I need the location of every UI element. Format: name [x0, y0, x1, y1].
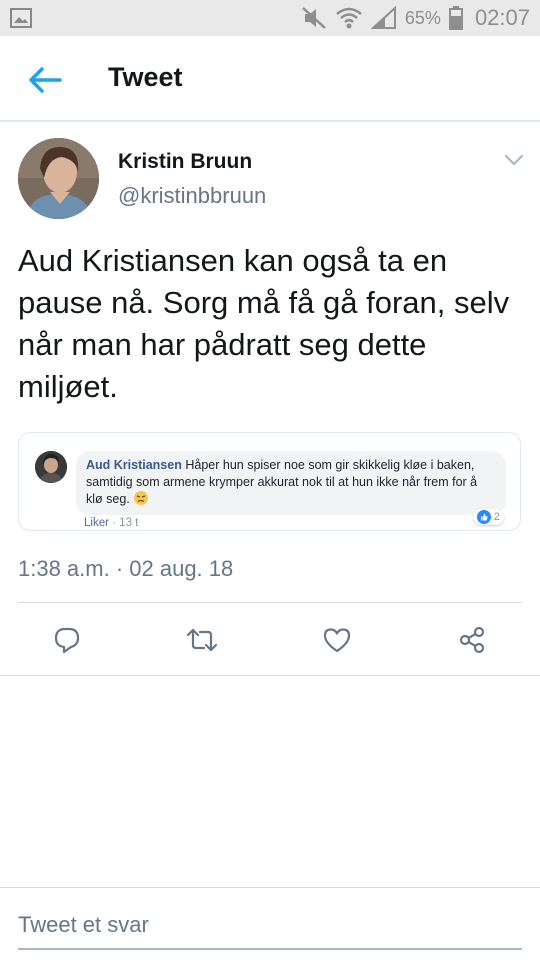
- author-handle[interactable]: @kristinbbruun: [118, 183, 266, 209]
- embedded-comment-author: Aud Kristiansen: [86, 458, 182, 472]
- embedded-like-link: Liker: [84, 517, 109, 529]
- embedded-avatar: [35, 451, 67, 483]
- share-icon: [459, 626, 485, 654]
- divider: [0, 675, 540, 676]
- retweet-icon: [186, 628, 218, 652]
- divider: [18, 602, 522, 603]
- tweet-actions: [0, 620, 540, 660]
- thumbs-up-icon: [476, 510, 491, 524]
- divider: [0, 887, 540, 888]
- clock: 02:07: [474, 5, 530, 30]
- mute-icon: [302, 7, 326, 29]
- tweet-media-image[interactable]: Aud Kristiansen Håper hun spiser noe som…: [18, 432, 521, 531]
- emoji-icon: [134, 491, 149, 505]
- author-name[interactable]: Kristin Bruun: [118, 150, 252, 174]
- embedded-comment-age: 13 t: [119, 517, 139, 529]
- like-button[interactable]: [317, 620, 357, 660]
- page-title: Tweet: [108, 62, 183, 92]
- reaction-count: 2: [493, 511, 500, 523]
- status-bar: 65% 02:07: [0, 0, 540, 36]
- arrow-left-icon[interactable]: [26, 64, 66, 96]
- retweet-button[interactable]: [182, 620, 222, 660]
- tweet-timestamp: 1:38 a.m. · 02 aug. 18: [18, 556, 234, 581]
- wifi-icon: [336, 7, 362, 29]
- reply-button[interactable]: [47, 620, 87, 660]
- battery-icon: [448, 6, 463, 30]
- tweet-text: Aud Kristiansen kan også ta en pause nå.…: [18, 243, 510, 404]
- reply-input[interactable]: [18, 902, 522, 950]
- avatar-image: [18, 138, 99, 219]
- share-button[interactable]: [452, 620, 492, 660]
- avatar[interactable]: [18, 138, 99, 219]
- embedded-comment-meta: Liker · 13 t: [84, 517, 138, 529]
- embedded-reactions: 2: [472, 509, 504, 525]
- app-bar: Tweet: [0, 36, 540, 122]
- chevron-down-icon[interactable]: [503, 150, 525, 170]
- reply-icon: [54, 627, 80, 654]
- battery-percent: 65%: [404, 7, 441, 28]
- heart-icon: [323, 628, 351, 653]
- embedded-comment-bubble: Aud Kristiansen Håper hun spiser noe som…: [76, 451, 506, 515]
- signal-icon: [370, 6, 396, 29]
- gallery-icon: [10, 8, 32, 28]
